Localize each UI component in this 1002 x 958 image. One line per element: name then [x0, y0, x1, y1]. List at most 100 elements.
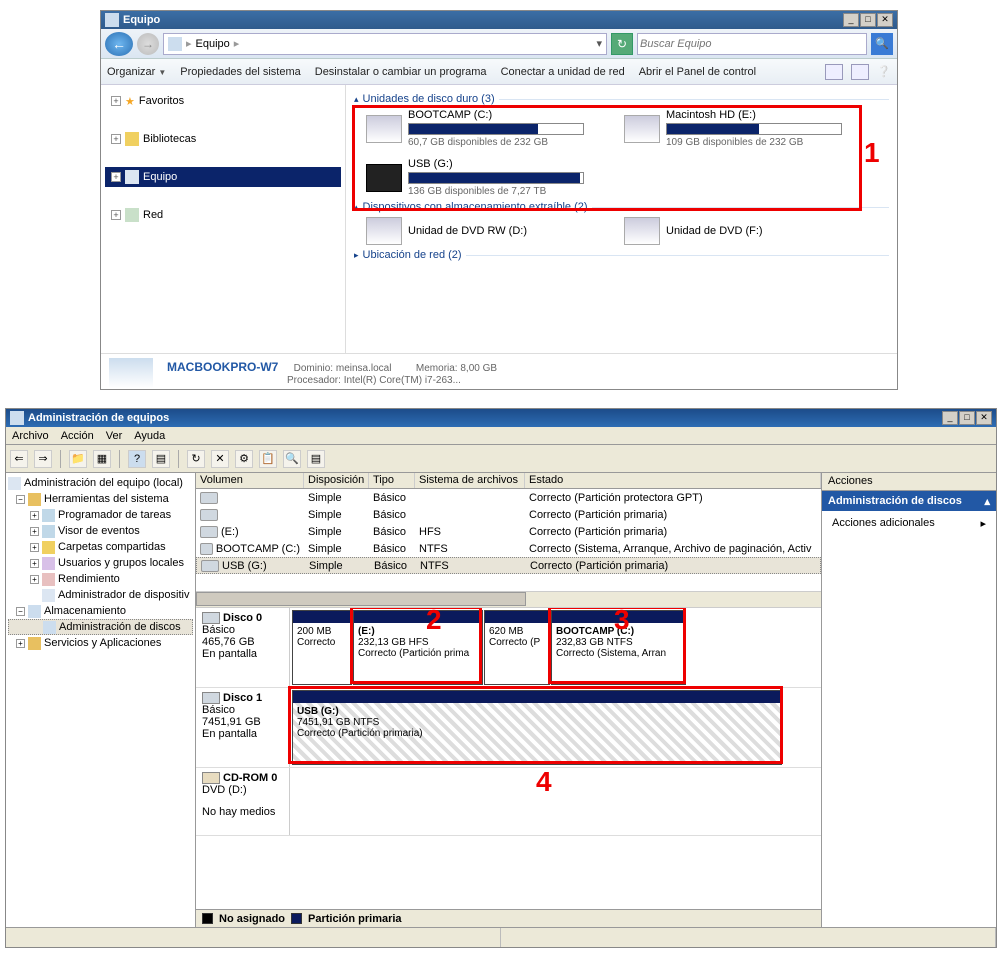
disk-icon	[43, 621, 56, 634]
breadcrumb-item[interactable]: Equipo	[196, 38, 230, 50]
expand-icon[interactable]: +	[30, 527, 39, 536]
volume-row[interactable]: USB (G:)SimpleBásicoNTFSCorrecto (Partic…	[196, 557, 821, 574]
network-icon	[125, 208, 139, 222]
tree-services-apps[interactable]: +Servicios y Aplicaciones	[8, 635, 193, 651]
actions-more[interactable]: Acciones adicionales ▸	[822, 511, 996, 536]
forward-button[interactable]: →	[137, 33, 159, 55]
expand-icon[interactable]: +	[111, 210, 121, 220]
dropdown-arrow-icon[interactable]: ▾	[596, 37, 602, 50]
help-icon[interactable]: ❔	[877, 65, 891, 78]
col-status[interactable]: Estado	[525, 473, 821, 488]
search-box[interactable]	[637, 33, 867, 55]
storage-icon	[28, 605, 41, 618]
col-filesystem[interactable]: Sistema de archivos	[415, 473, 525, 488]
tree-performance[interactable]: +Rendimiento	[8, 571, 193, 587]
tree-shared-folders[interactable]: +Carpetas compartidas	[8, 539, 193, 555]
maximize-button[interactable]: □	[959, 411, 975, 425]
collapse-icon[interactable]: −	[16, 495, 25, 504]
find-button[interactable]: 🔍	[283, 450, 301, 468]
expand-icon[interactable]: +	[30, 575, 39, 584]
show-hide-tree-button[interactable]: ▦	[93, 450, 111, 468]
expand-icon[interactable]: +	[30, 559, 39, 568]
close-button[interactable]: ✕	[877, 13, 893, 27]
mgmt-icon	[10, 411, 24, 425]
expand-icon[interactable]: +	[111, 96, 121, 106]
forward-button[interactable]: ⇒	[34, 450, 52, 468]
tree-system-tools[interactable]: −Herramientas del sistema	[8, 491, 193, 507]
section-network-locations[interactable]: ▸Ubicación de red (2)	[354, 249, 889, 261]
organize-menu[interactable]: Organizar ▼	[107, 66, 166, 78]
action-button[interactable]: 📋	[259, 450, 277, 468]
expand-icon[interactable]: +	[111, 134, 121, 144]
disk-0-info[interactable]: Disco 0 Básico 465,76 GB En pantalla	[196, 608, 290, 687]
back-button[interactable]: ←	[105, 32, 133, 56]
collapse-icon[interactable]: −	[16, 607, 25, 616]
window-title: Equipo	[123, 14, 843, 26]
tree-item-libraries[interactable]: +Bibliotecas	[105, 129, 341, 149]
volume-row[interactable]: (E:)SimpleBásicoHFSCorrecto (Partición p…	[196, 523, 821, 540]
search-input[interactable]	[640, 38, 864, 50]
maximize-button[interactable]: □	[860, 13, 876, 27]
expand-icon[interactable]: +	[30, 511, 39, 520]
tree-root[interactable]: Administración del equipo (local)	[8, 475, 193, 491]
view-options-button[interactable]	[825, 64, 843, 80]
search-button[interactable]: 🔍	[871, 33, 893, 55]
disk-1-info[interactable]: Disco 1 Básico 7451,91 GB En pantalla	[196, 688, 290, 767]
back-button[interactable]: ⇐	[10, 450, 28, 468]
col-disposition[interactable]: Disposición	[304, 473, 369, 488]
delete-button[interactable]: ✕	[211, 450, 229, 468]
system-properties-button[interactable]: Propiedades del sistema	[180, 66, 300, 78]
refresh-button[interactable]: ↻	[611, 33, 633, 55]
minimize-button[interactable]: _	[843, 13, 859, 27]
tree-item-network[interactable]: +Red	[105, 205, 341, 225]
map-drive-button[interactable]: Conectar a unidad de red	[501, 66, 625, 78]
menu-archivo[interactable]: Archivo	[12, 430, 49, 442]
tree-storage[interactable]: −Almacenamiento	[8, 603, 193, 619]
close-button[interactable]: ✕	[976, 411, 992, 425]
help-button[interactable]: ?	[128, 450, 146, 468]
properties-button[interactable]: ▤	[152, 450, 170, 468]
menu-ver[interactable]: Ver	[106, 430, 123, 442]
tree-item-computer[interactable]: +Equipo	[105, 167, 341, 187]
expand-icon[interactable]: +	[30, 543, 39, 552]
drive-dvd-rw-d[interactable]: Unidad de DVD RW (D:)	[366, 217, 614, 245]
col-volume[interactable]: Volumen	[196, 473, 304, 488]
list-button[interactable]: ▤	[307, 450, 325, 468]
cdrom-0-info[interactable]: CD-ROM 0 DVD (D:) No hay medios	[196, 768, 290, 835]
tree-task-scheduler[interactable]: +Programador de tareas	[8, 507, 193, 523]
refresh-button[interactable]: ↻	[187, 450, 205, 468]
menu-accion[interactable]: Acción	[61, 430, 94, 442]
tree-event-viewer[interactable]: +Visor de eventos	[8, 523, 193, 539]
navigation-pane: +★Favoritos +Bibliotecas +Equipo +Red	[101, 85, 346, 353]
uninstall-program-button[interactable]: Desinstalar o cambiar un programa	[315, 66, 487, 78]
chevron-right-icon: ▸	[980, 517, 986, 530]
tree-item-favorites[interactable]: +★Favoritos	[105, 91, 341, 111]
settings-button[interactable]: ⚙	[235, 450, 253, 468]
tree-disk-management[interactable]: Administración de discos	[8, 619, 193, 635]
menu-ayuda[interactable]: Ayuda	[134, 430, 165, 442]
partition-200mb[interactable]: 200 MBCorrecto	[292, 610, 352, 685]
section-hard-drives[interactable]: ▴Unidades de disco duro (3)	[354, 93, 889, 105]
preview-pane-button[interactable]	[851, 64, 869, 80]
scroll-thumb[interactable]	[196, 592, 526, 606]
up-button[interactable]: 📁	[69, 450, 87, 468]
tree-users-groups[interactable]: +Usuarios y grupos locales	[8, 555, 193, 571]
expand-icon[interactable]: +	[16, 639, 25, 648]
volume-row[interactable]: BOOTCAMP (C:)SimpleBásicoNTFSCorrecto (S…	[196, 540, 821, 557]
breadcrumb[interactable]: ▸ Equipo ▸ ▾	[163, 33, 607, 55]
minimize-button[interactable]: _	[942, 411, 958, 425]
control-panel-button[interactable]: Abrir el Panel de control	[639, 66, 756, 78]
expand-icon[interactable]: +	[111, 172, 121, 182]
actions-diskmgmt-header[interactable]: Administración de discos ▴	[822, 491, 996, 511]
drive-dvd-f[interactable]: Unidad de DVD (F:)	[624, 217, 872, 245]
col-type[interactable]: Tipo	[369, 473, 415, 488]
volume-row[interactable]: SimpleBásicoCorrecto (Partición protecto…	[196, 489, 821, 506]
horizontal-scrollbar[interactable]	[196, 591, 821, 607]
volume-row[interactable]: SimpleBásicoCorrecto (Partición primaria…	[196, 506, 821, 523]
folder-icon	[42, 541, 55, 554]
annotation-4-box	[288, 686, 783, 764]
tree-device-manager[interactable]: Administrador de dispositiv	[8, 587, 193, 603]
command-bar: Organizar ▼ Propiedades del sistema Desi…	[101, 59, 897, 85]
partition-620mb[interactable]: 620 MBCorrecto (P	[484, 610, 550, 685]
volume-list: SimpleBásicoCorrecto (Partición protecto…	[196, 489, 821, 591]
